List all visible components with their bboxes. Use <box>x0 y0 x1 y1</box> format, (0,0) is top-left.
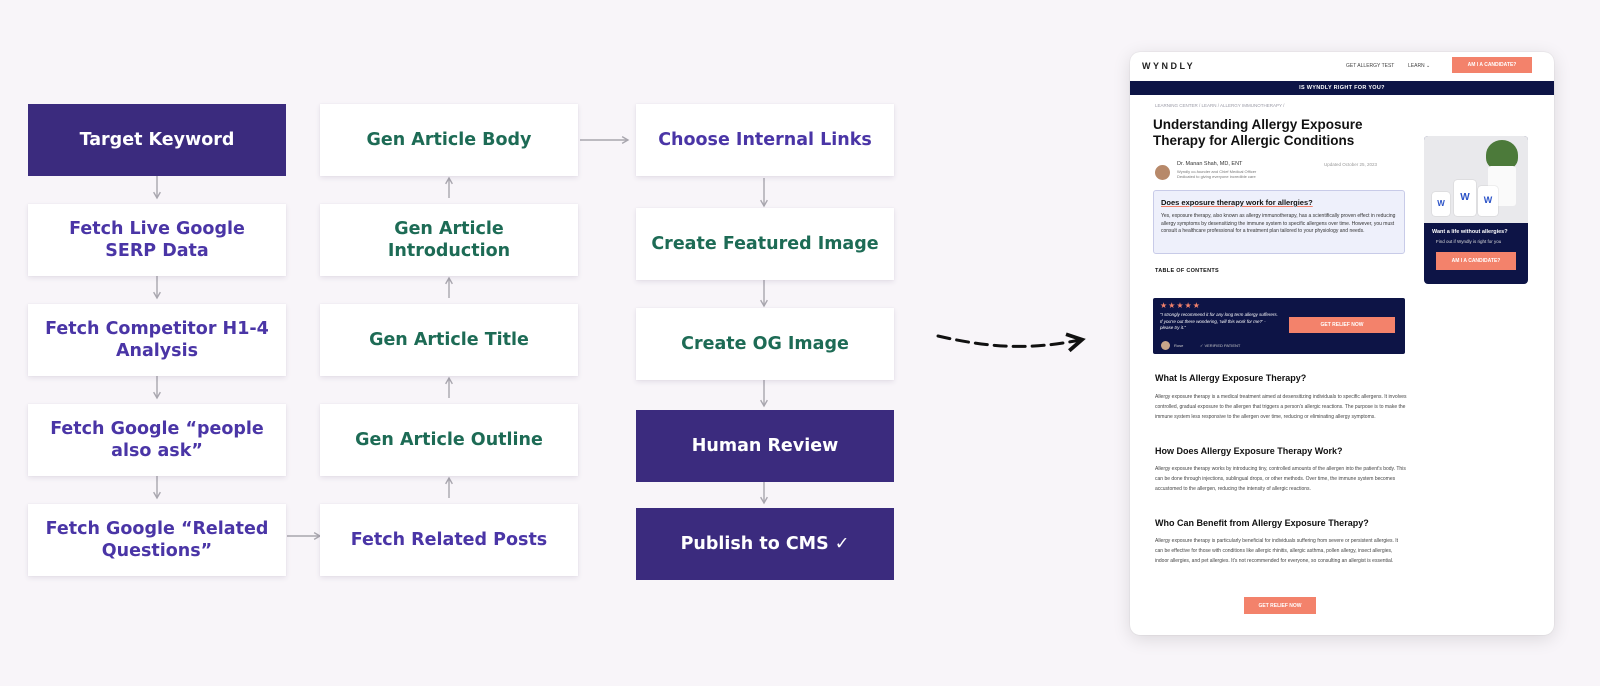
section-body: Allergy exposure therapy works by introd… <box>1155 466 1406 492</box>
verified-badge: ✓ VERIFIED PATIENT <box>1200 343 1241 348</box>
node-fetch-competitor: Fetch Competitor H1-4 Analysis <box>28 304 286 376</box>
article-title: Understanding Allergy Exposure Therapy f… <box>1153 117 1363 148</box>
nav-candidate-button[interactable]: AM I A CANDIDATE? <box>1452 57 1532 73</box>
reviewer-name: Rose <box>1174 343 1184 348</box>
side-card-photo: W W W <box>1424 136 1528 223</box>
node-create-og-image: Create OG Image <box>636 308 894 380</box>
review-quote: "I strongly recommend it for any long te… <box>1160 312 1278 330</box>
node-gen-outline: Gen Article Outline <box>320 404 578 476</box>
updated-date: Updated October 25, 2023 <box>1324 162 1378 167</box>
side-candidate-button[interactable]: AM I A CANDIDATE? <box>1436 252 1516 270</box>
node-fetch-serp: Fetch Live Google SERP Data <box>28 204 286 276</box>
node-target-keyword: Target Keyword <box>28 104 286 176</box>
top-banner[interactable]: IS WYNDLY RIGHT FOR YOU? <box>1130 81 1554 95</box>
author-name: Dr. Manan Shah, MD, ENT <box>1177 161 1243 167</box>
faq-box: Does exposure therapy work for allergies… <box>1153 190 1405 254</box>
faq-question: Does exposure therapy work for allergies… <box>1161 198 1313 207</box>
star-rating-icon: ★★★★★ <box>1160 301 1201 310</box>
author-role-secondary: Dedicated to giving everyone incredible … <box>1177 174 1256 179</box>
breadcrumb[interactable]: LEARNING CENTER / LEARN / ALLERGY IMMUNO… <box>1155 103 1284 108</box>
node-gen-introduction: Gen Article Introduction <box>320 204 578 276</box>
review-banner: ★★★★★ "I strongly recommend it for any l… <box>1153 298 1405 354</box>
wyndly-logo[interactable]: WYNDLY <box>1142 61 1195 71</box>
node-choose-internal-links: Choose Internal Links <box>636 104 894 176</box>
bottom-relief-button[interactable]: GET RELIEF NOW <box>1244 597 1316 614</box>
nav-link-learn[interactable]: LEARN ⌄ <box>1408 63 1430 69</box>
node-fetch-related-posts: Fetch Related Posts <box>320 504 578 576</box>
node-gen-title: Gen Article Title <box>320 304 578 376</box>
table-of-contents[interactable]: TABLE OF CONTENTS <box>1155 268 1219 274</box>
bottle-graphic: W <box>1478 186 1498 216</box>
bottle-graphic: W <box>1454 180 1476 216</box>
dashed-arrow-to-article <box>936 332 1086 353</box>
section-heading: How Does Allergy Exposure Therapy Work? <box>1155 446 1343 456</box>
node-create-featured-image: Create Featured Image <box>636 208 894 280</box>
node-gen-body: Gen Article Body <box>320 104 578 176</box>
section-body: Allergy exposure therapy is a medical tr… <box>1155 394 1407 420</box>
author-avatar <box>1155 165 1170 180</box>
side-cta-card: W W W Want a life without allergies? Fin… <box>1424 136 1528 284</box>
node-publish-cms: Publish to CMS ✓ <box>636 508 894 580</box>
reviewer-avatar <box>1161 341 1170 350</box>
nav-link-allergy-test[interactable]: GET ALLERGY TEST <box>1346 63 1394 69</box>
article-navbar: WYNDLY GET ALLERGY TEST LEARN ⌄ AM I A C… <box>1130 52 1554 82</box>
node-human-review: Human Review <box>636 410 894 482</box>
side-card-subtext: Find out if Wyndly is right for you <box>1436 239 1502 244</box>
section-heading: Who Can Benefit from Allergy Exposure Th… <box>1155 518 1369 528</box>
node-fetch-people-also-ask: Fetch Google “people also ask” <box>28 404 286 476</box>
section-body: Allergy exposure therapy is particularly… <box>1155 538 1399 564</box>
node-fetch-related-questions: Fetch Google “Related Questions” <box>28 504 286 576</box>
section-heading: What Is Allergy Exposure Therapy? <box>1155 373 1307 383</box>
bottle-graphic: W <box>1432 192 1450 216</box>
side-card-heading: Want a life without allergies? <box>1432 229 1508 235</box>
article-preview: WYNDLY GET ALLERGY TEST LEARN ⌄ AM I A C… <box>1130 52 1554 635</box>
faq-answer: Yes, exposure therapy, also known as all… <box>1161 213 1396 234</box>
review-relief-button[interactable]: GET RELIEF NOW <box>1289 317 1395 333</box>
